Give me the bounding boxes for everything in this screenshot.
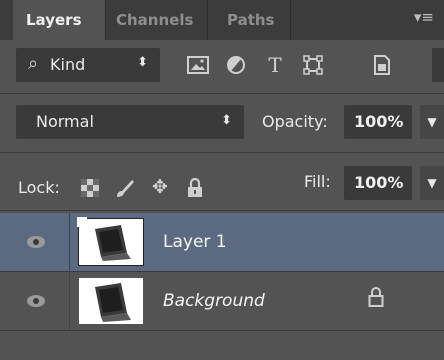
layer-row-layer-1[interactable]: Layer 1: [0, 213, 444, 271]
fill-label: Fill:: [304, 172, 331, 191]
divider: [69, 272, 70, 330]
opacity-label: Opacity:: [262, 112, 328, 131]
layer-row-background[interactable]: Background: [0, 272, 444, 330]
blend-mode-value: Normal: [36, 112, 94, 131]
opacity-value: 100%: [354, 112, 404, 131]
filter-kind-select[interactable]: ⌕ Kind ⬍: [16, 48, 160, 82]
pixel-filter-icon[interactable]: [183, 48, 213, 82]
opacity-input[interactable]: 100%: [344, 105, 412, 139]
lock-icon[interactable]: [368, 286, 384, 307]
tab-divider: [105, 0, 106, 40]
divider: [0, 152, 444, 153]
shape-filter-icon[interactable]: [298, 48, 328, 82]
filter-toggle-switch[interactable]: [432, 48, 444, 82]
lock-position-icon[interactable]: ✥: [145, 170, 175, 204]
panel-tab-bar: Layers Channels Paths ▾≡: [0, 0, 444, 40]
layers-panel: Layers Channels Paths ▾≡ ⌕ Kind ⬍ T Norm…: [0, 0, 444, 360]
eye-visibility-icon[interactable]: [27, 295, 45, 307]
divider: [0, 330, 444, 331]
divider: [0, 93, 444, 94]
adjustment-filter-icon[interactable]: [221, 48, 251, 82]
lock-all-icon[interactable]: [180, 170, 210, 204]
updown-arrow-icon: ⬍: [221, 113, 232, 128]
layer-thumbnail[interactable]: [77, 217, 144, 266]
eye-visibility-icon[interactable]: [27, 236, 45, 248]
fill-dropdown-arrow[interactable]: ▼: [420, 166, 444, 200]
lock-transparent-pixels-icon[interactable]: [75, 170, 105, 204]
type-filter-icon[interactable]: T: [260, 48, 290, 82]
tab-divider: [290, 0, 291, 40]
panel-menu-icon[interactable]: ▾≡: [414, 8, 434, 26]
lock-image-pixels-icon[interactable]: [110, 170, 140, 204]
tab-channels[interactable]: Channels: [116, 0, 193, 40]
tab-paths[interactable]: Paths: [227, 0, 275, 40]
filter-kind-label: Kind: [50, 55, 86, 74]
fill-input[interactable]: 100%: [344, 166, 412, 200]
divider: [69, 213, 70, 271]
divider: [0, 210, 444, 211]
lock-label: Lock:: [18, 178, 60, 197]
search-icon: ⌕: [28, 53, 39, 74]
opacity-dropdown-arrow[interactable]: ▼: [420, 105, 444, 139]
blend-mode-select[interactable]: Normal ⬍: [16, 105, 244, 139]
updown-arrow-icon: ⬍: [137, 55, 148, 70]
tab-layers[interactable]: Layers: [13, 0, 105, 40]
smart-object-filter-icon[interactable]: [367, 48, 397, 82]
selection-corner: [77, 217, 87, 227]
layer-name[interactable]: Layer 1: [163, 232, 227, 252]
layer-name[interactable]: Background: [163, 291, 265, 311]
fill-value: 100%: [354, 173, 404, 192]
layer-thumbnail[interactable]: [79, 278, 143, 324]
tab-divider: [207, 0, 208, 40]
